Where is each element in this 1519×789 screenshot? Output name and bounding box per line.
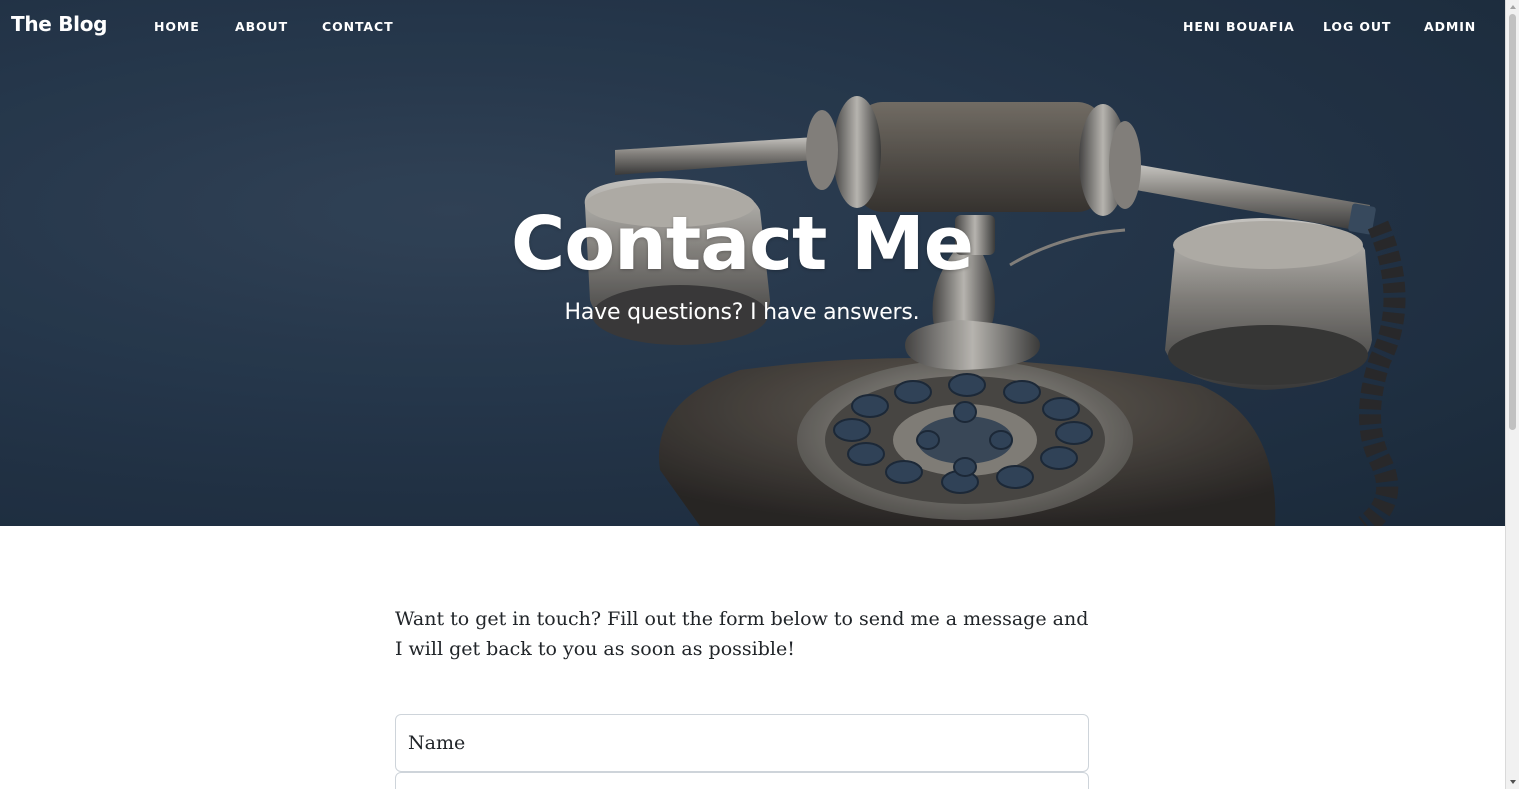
nav-about-link[interactable]: ABOUT (235, 19, 288, 34)
name-field-wrapper (395, 714, 1089, 772)
nav-logout-link[interactable]: LOG OUT (1323, 19, 1391, 34)
top-navbar: The Blog HOME ABOUT CONTACT HENI BOUAFIA… (0, 0, 1505, 54)
scroll-down-arrow-icon[interactable] (1506, 775, 1519, 789)
brand-link[interactable]: The Blog (11, 12, 107, 36)
scroll-up-arrow-icon[interactable] (1506, 0, 1519, 14)
nav-admin-link[interactable]: ADMIN (1424, 19, 1476, 34)
email-field-wrapper (395, 772, 1089, 789)
page-heading: Contact Me (511, 201, 974, 287)
page-subheading: Have questions? I have answers. (564, 300, 920, 325)
nav-contact-link[interactable]: CONTACT (322, 19, 394, 34)
page: The Blog HOME ABOUT CONTACT HENI BOUAFIA… (0, 0, 1505, 789)
contact-intro-text: Want to get in touch? Fill out the form … (395, 608, 1089, 660)
email-input[interactable] (396, 773, 1088, 789)
masthead: The Blog HOME ABOUT CONTACT HENI BOUAFIA… (0, 0, 1505, 526)
scrollbar-thumb[interactable] (1509, 14, 1516, 430)
vertical-scrollbar[interactable] (1505, 0, 1519, 789)
nav-user-link[interactable]: HENI BOUAFIA (1183, 19, 1295, 34)
name-input[interactable] (396, 715, 1088, 771)
nav-home-link[interactable]: HOME (154, 19, 200, 34)
